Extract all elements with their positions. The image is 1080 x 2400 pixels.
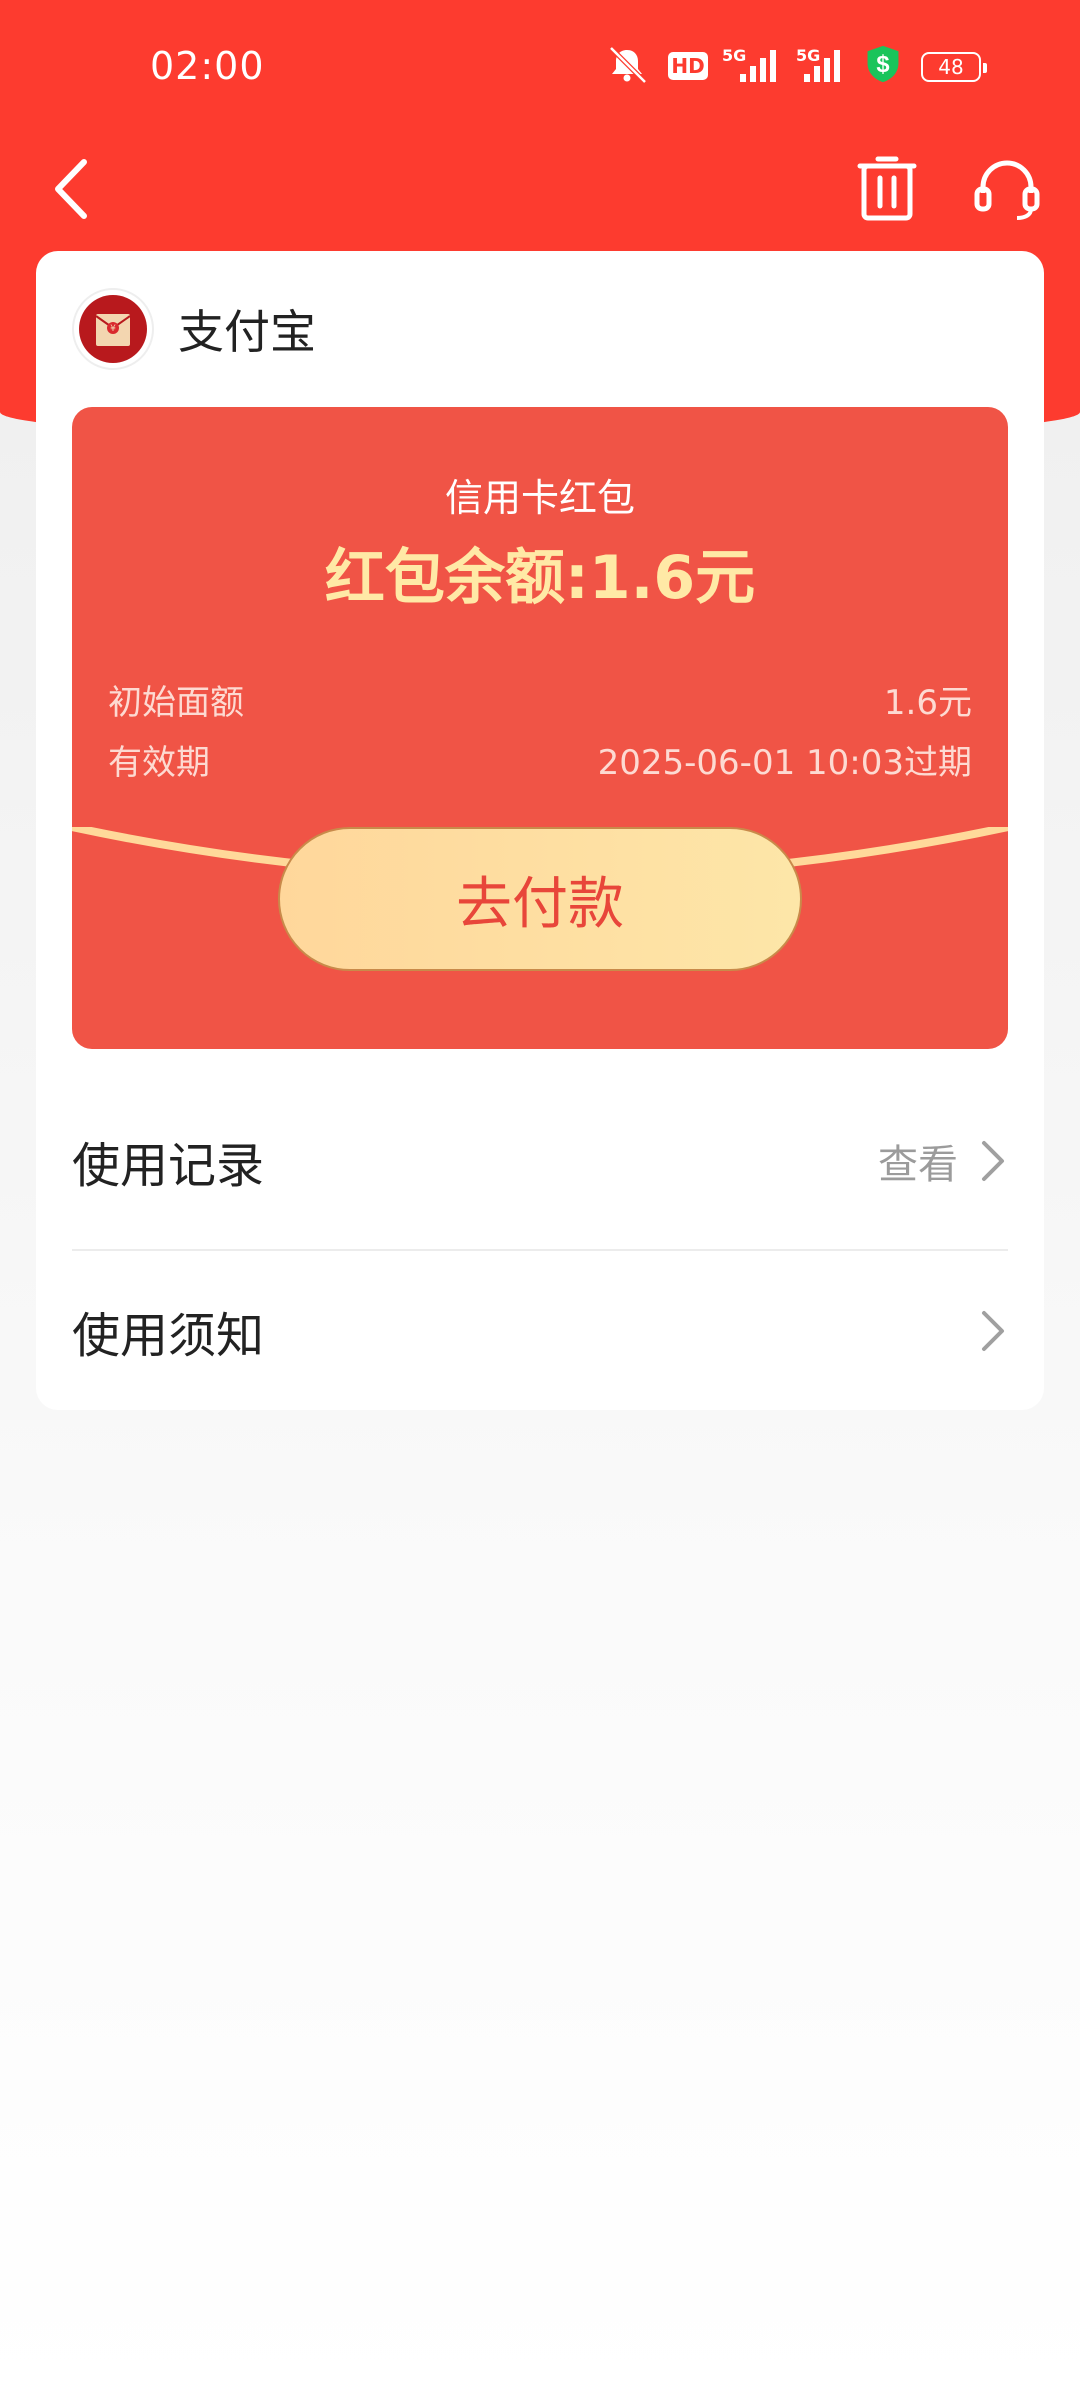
trash-icon bbox=[857, 156, 917, 221]
pay-button[interactable]: 去付款 bbox=[278, 827, 802, 971]
red-packet-panel: 信用卡红包 红包余额:1.6元 初始面额 1.6元 有效期 2025-06-01… bbox=[72, 407, 1008, 1049]
initial-amount-value: 1.6元 bbox=[883, 683, 972, 723]
chevron-right-icon bbox=[982, 1311, 1004, 1351]
battery-indicator: 48 bbox=[921, 52, 987, 82]
headset-icon bbox=[974, 160, 1040, 220]
usage-notice-row[interactable]: 使用须知 bbox=[72, 1251, 1008, 1411]
usage-record-row[interactable]: 使用记录 查看 bbox=[72, 1081, 1008, 1241]
packet-title: 信用卡红包 bbox=[444, 476, 635, 520]
usage-record-label: 使用记录 bbox=[72, 1138, 265, 1194]
mute-bell-icon bbox=[609, 46, 647, 84]
red-envelope-icon: ¥ bbox=[79, 295, 147, 363]
delete-button[interactable] bbox=[842, 144, 932, 234]
merchant-header: ¥ 支付宝 bbox=[72, 287, 316, 371]
initial-amount-label: 初始面额 bbox=[108, 683, 244, 723]
packet-balance: 红包余额:1.6元 bbox=[324, 543, 756, 613]
hd-badge: HD bbox=[668, 52, 708, 80]
status-bar: 02:00 HD 5G 5G $ 48 bbox=[0, 0, 1080, 134]
svg-text:¥: ¥ bbox=[110, 324, 116, 334]
view-link[interactable]: 查看 bbox=[878, 1132, 958, 1190]
merchant-avatar: ¥ bbox=[72, 288, 154, 370]
top-nav bbox=[0, 134, 1080, 252]
status-time: 02:00 bbox=[150, 44, 265, 88]
validity-label: 有效期 bbox=[108, 743, 210, 783]
validity-value: 2025-06-01 10:03过期 bbox=[597, 743, 972, 783]
usage-notice-label: 使用须知 bbox=[72, 1308, 265, 1364]
svg-text:$: $ bbox=[876, 52, 889, 78]
chevron-right-icon bbox=[982, 1141, 1004, 1181]
signal-bars-icon bbox=[804, 50, 840, 82]
initial-amount-row: 初始面额 1.6元 bbox=[108, 675, 972, 724]
red-packet-card: ¥ 支付宝 信用卡红包 红包余额:1.6元 初始面额 1.6元 有效期 2025… bbox=[36, 251, 1044, 1410]
merchant-name: 支付宝 bbox=[178, 305, 316, 359]
chevron-left-icon bbox=[55, 159, 87, 219]
back-button[interactable] bbox=[26, 144, 116, 234]
customer-support-button[interactable] bbox=[962, 144, 1052, 234]
validity-row: 有效期 2025-06-01 10:03过期 bbox=[108, 735, 972, 784]
signal-bars-icon bbox=[740, 50, 776, 82]
security-shield-icon: $ bbox=[867, 45, 899, 83]
